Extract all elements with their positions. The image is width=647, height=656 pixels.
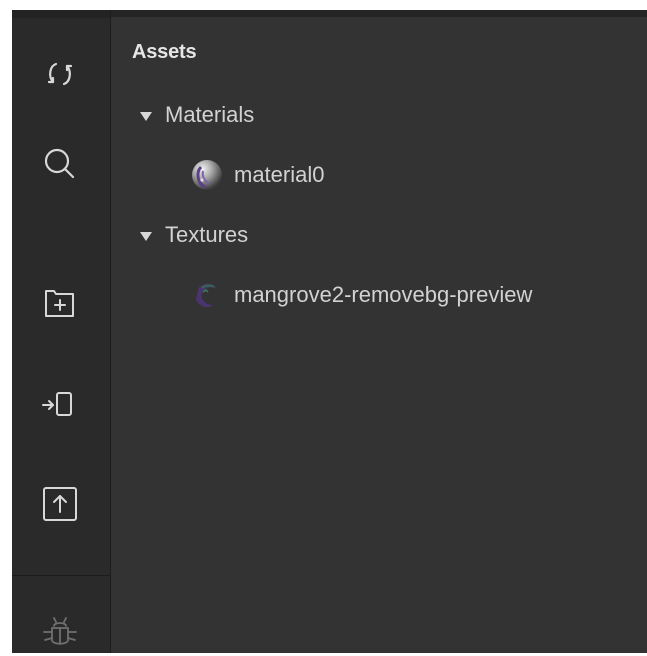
assets-title: Assets <box>132 41 197 63</box>
tree-group-label: Materials <box>165 102 255 127</box>
tree-item-label: mangrove2-removebg-preview <box>234 282 533 307</box>
tree-item-material0[interactable]: material0 <box>190 158 324 192</box>
tree-group-label: Textures <box>165 222 249 247</box>
tree-item-label: material0 <box>234 162 325 187</box>
toolbar-top-edge <box>12 10 110 18</box>
import-button[interactable] <box>36 380 84 428</box>
debug-button[interactable] <box>36 608 84 656</box>
texture-thumbnail-icon <box>190 278 224 312</box>
new-folder-button[interactable] <box>36 279 84 327</box>
asset-toolbar <box>12 10 111 653</box>
search-icon <box>39 143 81 185</box>
tree-group-materials[interactable]: Materials <box>140 98 254 132</box>
asset-browser-window: Assets Materials material0 Textures mang… <box>12 10 647 653</box>
upload-icon <box>40 484 80 524</box>
folder-plus-icon <box>40 283 80 323</box>
assets-panel: Assets Materials material0 Textures mang… <box>111 10 647 653</box>
refresh-button[interactable] <box>36 50 84 98</box>
import-icon <box>40 384 80 424</box>
toolbar-divider <box>12 575 110 576</box>
material-sphere-icon <box>190 158 224 192</box>
tree-item-mangrove2-removebg-preview[interactable]: mangrove2-removebg-preview <box>190 278 532 312</box>
caret-down-icon[interactable] <box>140 111 152 121</box>
search-button[interactable] <box>36 140 84 188</box>
refresh-icon <box>40 54 80 94</box>
bug-icon <box>40 612 80 652</box>
tree-group-textures[interactable]: Textures <box>140 218 248 252</box>
panel-top-edge <box>111 10 647 17</box>
caret-down-icon[interactable] <box>140 231 152 241</box>
upload-button[interactable] <box>36 480 84 528</box>
